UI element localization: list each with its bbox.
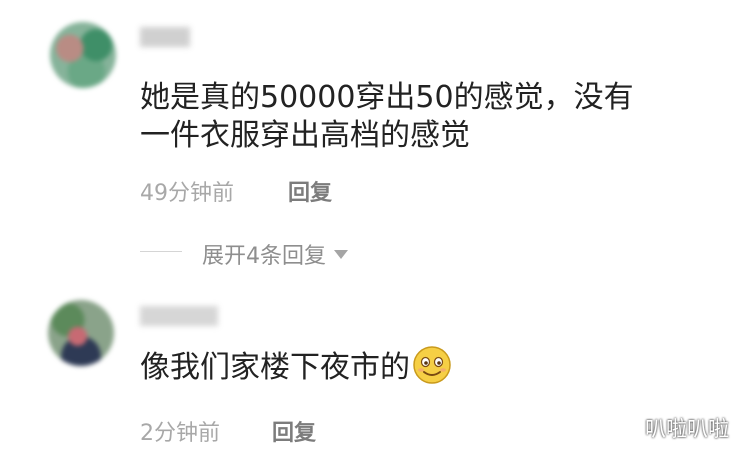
smiling-face-emoji-icon	[413, 346, 451, 384]
comment-item: 像我们家楼下夜市的 2分钟前 回复	[0, 290, 741, 459]
divider	[140, 251, 182, 252]
avatar[interactable]	[48, 300, 114, 366]
username-blurred[interactable]	[140, 27, 190, 47]
comment-text-line: 一件衣服穿出高档的感觉	[140, 118, 470, 153]
reply-button[interactable]: 回复	[288, 175, 332, 207]
chevron-down-icon	[334, 250, 348, 259]
expand-replies-button[interactable]: 展开4条回复	[202, 238, 348, 270]
expand-replies-label: 展开4条回复	[202, 244, 326, 269]
comment-text-line: 她是真的50000穿出50的感觉，没有	[140, 80, 634, 115]
avatar[interactable]	[50, 22, 116, 88]
comment-item: 她是真的50000穿出50的感觉，没有 一件衣服穿出高档的感觉 49分钟前 回复…	[0, 0, 741, 290]
comment-text: 像我们家楼下夜市的	[140, 345, 452, 388]
comment-text-content: 像我们家楼下夜市的	[140, 350, 410, 385]
comment-timestamp: 49分钟前	[140, 181, 234, 206]
watermark: 叭啦叭啦	[645, 417, 729, 441]
username-blurred[interactable]	[140, 306, 218, 326]
reply-button[interactable]: 回复	[272, 415, 316, 447]
comment-timestamp: 2分钟前	[140, 421, 220, 446]
